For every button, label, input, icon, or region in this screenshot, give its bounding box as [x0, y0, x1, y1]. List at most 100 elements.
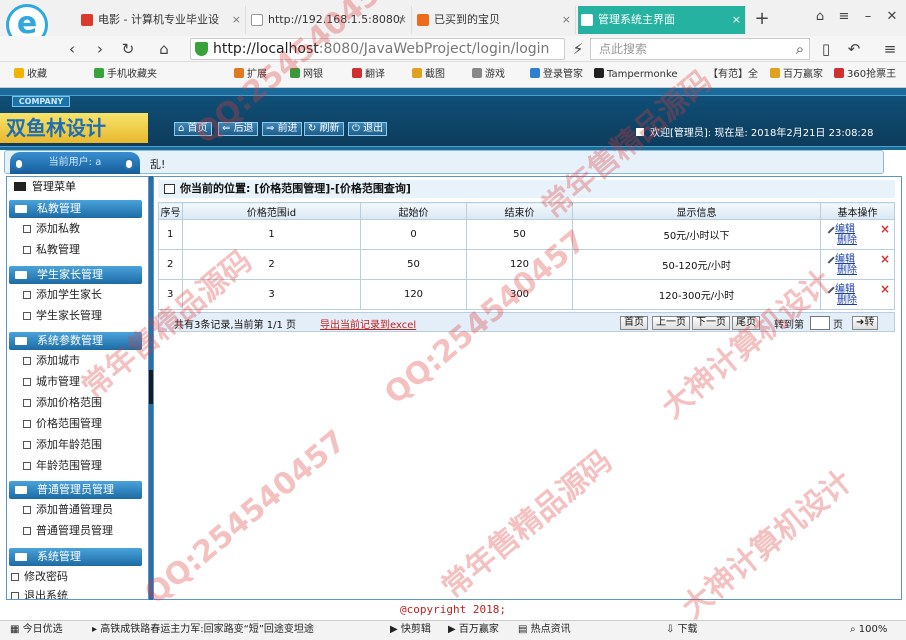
- bookmark-millionaire[interactable]: 百万赢家: [770, 62, 823, 88]
- page-icon: [23, 378, 31, 386]
- bookmark-translate[interactable]: 翻译: [352, 62, 385, 88]
- export-excel-link[interactable]: 导出当前记录到excel: [320, 316, 416, 331]
- menu-item-price-range-manage[interactable]: 价格范围管理: [22, 416, 102, 432]
- menu-item-city-manage[interactable]: 城市管理: [22, 374, 80, 390]
- cell-id: 1: [182, 219, 361, 250]
- close-icon[interactable]: ×: [398, 6, 407, 34]
- grid-icon: [14, 182, 26, 191]
- column-header: 起始价: [360, 202, 467, 220]
- menu-item-admin-manage[interactable]: 普通管理员管理: [22, 523, 113, 539]
- new-tab-button[interactable]: +: [752, 6, 772, 32]
- menu-item-add-admin[interactable]: 添加普通管理员: [22, 502, 113, 518]
- forward-icon[interactable]: ›: [88, 36, 112, 62]
- status-zoom[interactable]: ⌕ 100%: [850, 620, 887, 640]
- page-number-input[interactable]: [810, 316, 830, 330]
- menu-item-add-age-range[interactable]: 添加年龄范围: [22, 437, 102, 453]
- status-millionaire[interactable]: ▶ 百万赢家: [448, 620, 499, 640]
- bookmark-extensions[interactable]: 扩展: [234, 62, 267, 88]
- forward-button[interactable]: ⇒ 前进: [262, 122, 302, 136]
- edit-link[interactable]: 编辑: [835, 224, 855, 235]
- logout-button[interactable]: ⏻ 退出: [348, 122, 388, 136]
- menu-group-label: 学生家长管理: [37, 268, 103, 281]
- bookmark-tampermonkey[interactable]: Tampermonke: [594, 62, 678, 88]
- close-icon[interactable]: ×: [562, 6, 571, 34]
- bookmark-games[interactable]: 游戏: [472, 62, 505, 88]
- tab-movie[interactable]: 电影 - 计算机专业毕业设 ×: [78, 6, 246, 34]
- menu-item-add-city[interactable]: 添加城市: [22, 353, 80, 369]
- menu-group-system-params[interactable]: 系统参数管理: [9, 332, 142, 350]
- column-header: 结束价: [466, 202, 573, 220]
- bookmark-favorites[interactable]: 收藏: [14, 62, 47, 88]
- menu-group-parent[interactable]: 学生家长管理: [9, 266, 142, 284]
- delete-icon[interactable]: ×: [880, 223, 890, 235]
- status-today-picks[interactable]: ▦ 今日优选: [10, 620, 63, 640]
- menu-item-age-range-manage[interactable]: 年龄范围管理: [22, 458, 102, 474]
- close-window-icon[interactable]: ✕: [880, 8, 904, 26]
- menu-group-system[interactable]: 系统管理: [9, 548, 142, 566]
- menu-icon[interactable]: ≡: [832, 8, 856, 26]
- bookmark-mobile[interactable]: 手机收藏夹: [94, 62, 157, 88]
- page-icon: [23, 420, 31, 428]
- bookmark-360-ticket[interactable]: 360抢票王: [834, 62, 896, 88]
- menu-item-add-parent[interactable]: 添加学生家长: [22, 287, 102, 303]
- page-unit-label: 页: [833, 320, 843, 331]
- status-download[interactable]: ⇩ 下载: [666, 620, 698, 640]
- status-news[interactable]: ▸ 高铁成铁路春运主力军:回家路变“短”回途变坦途: [92, 620, 314, 640]
- refresh-icon: ↻: [308, 123, 320, 134]
- bookmark-youfan[interactable]: 【有范】全: [708, 62, 758, 88]
- hamburger-icon[interactable]: ≡: [878, 36, 902, 62]
- column-header: 序号: [158, 202, 183, 220]
- search-icon[interactable]: ⌕: [788, 36, 812, 62]
- delete-link[interactable]: 删除: [825, 295, 857, 306]
- home-icon[interactable]: ⌂: [152, 36, 176, 62]
- page-icon: [23, 506, 31, 514]
- menu-item-logout[interactable]: 退出系统: [10, 588, 68, 599]
- download-icon: ⇩: [666, 624, 678, 635]
- menu-item-parent-manage[interactable]: 学生家长管理: [22, 308, 102, 324]
- delete-link[interactable]: 删除: [825, 235, 857, 246]
- home-button[interactable]: ⌂ 首页: [174, 122, 212, 136]
- bookmark-screenshot[interactable]: 截图: [412, 62, 445, 88]
- next-page-button[interactable]: 下一页: [692, 316, 730, 330]
- back-button[interactable]: ⇐ 后退: [218, 122, 258, 136]
- close-icon[interactable]: ×: [732, 6, 741, 34]
- status-hot-news[interactable]: ▤ 热点资讯: [518, 620, 571, 640]
- scissors-icon: [412, 68, 422, 78]
- skin-icon[interactable]: ⌂: [808, 8, 832, 26]
- go-button[interactable]: ➜转: [852, 316, 879, 330]
- menu-item-add-price-range[interactable]: 添加价格范围: [22, 395, 102, 411]
- back-label: 后退: [233, 123, 254, 134]
- edit-link[interactable]: 编辑: [835, 254, 855, 265]
- address-bar[interactable]: http://localhost:8080/JavaWebProject/log…: [190, 38, 565, 60]
- menu-group-admins[interactable]: 普通管理员管理: [9, 481, 142, 499]
- delete-icon[interactable]: ×: [880, 253, 890, 265]
- go-label: 转: [864, 317, 875, 328]
- menu-group-tutor[interactable]: 私教管理: [9, 200, 142, 218]
- search-input[interactable]: 点此搜索: [590, 38, 810, 60]
- menu-item-tutor-manage[interactable]: 私教管理: [22, 242, 80, 258]
- phone-icon[interactable]: ▯: [814, 36, 838, 62]
- minimize-icon[interactable]: –: [856, 8, 880, 26]
- tab-localhost[interactable]: http://192.168.1.5:8080/×: [248, 6, 412, 34]
- company-label: COMPANY: [12, 96, 70, 107]
- lightning-icon[interactable]: ⚡: [566, 36, 590, 62]
- close-icon[interactable]: ×: [232, 6, 241, 34]
- delete-icon[interactable]: ×: [880, 283, 890, 295]
- refresh-button[interactable]: ↻ 刷新: [304, 122, 344, 136]
- undo-icon[interactable]: ↶: [842, 36, 866, 62]
- tab-admin-main[interactable]: 管理系统主界面 ×: [578, 6, 746, 34]
- bookmark-ebank[interactable]: 网银: [290, 62, 323, 88]
- menu-item-change-password[interactable]: 修改密码: [10, 569, 68, 585]
- prev-page-button[interactable]: 上一页: [652, 316, 690, 330]
- edit-link[interactable]: 编辑: [835, 284, 855, 295]
- status-quick-edit[interactable]: ▶ 快剪辑: [390, 620, 431, 640]
- tab-taobao[interactable]: 已买到的宝贝 ×: [414, 6, 576, 34]
- last-page-button[interactable]: 尾页: [732, 316, 760, 330]
- delete-link[interactable]: 删除: [825, 265, 857, 276]
- breadcrumb: 你当前的位置: [价格范围管理]-[价格范围查询]: [158, 180, 895, 198]
- reload-icon[interactable]: ↻: [116, 36, 140, 62]
- menu-item-add-tutor[interactable]: 添加私教: [22, 221, 80, 237]
- back-icon[interactable]: ‹: [60, 36, 84, 62]
- first-page-button[interactable]: 首页: [620, 316, 648, 330]
- bookmark-login-manager[interactable]: 登录管家: [530, 62, 583, 88]
